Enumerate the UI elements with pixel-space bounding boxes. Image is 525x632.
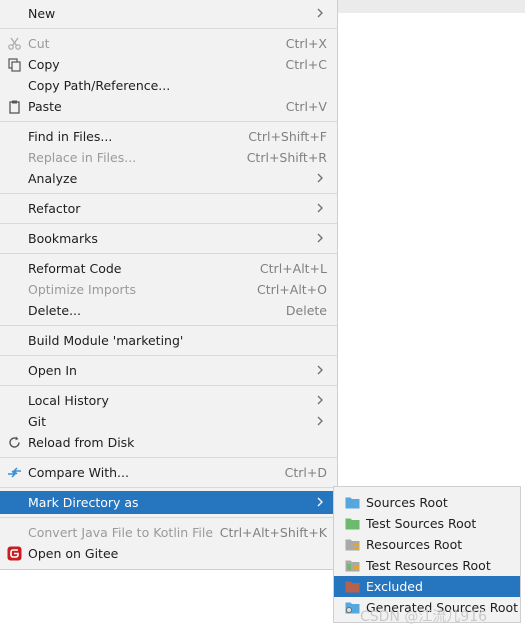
shortcut-label: Ctrl+X (285, 36, 327, 51)
menu-item-replace-in-files[interactable]: Replace in Files... Ctrl+Shift+R (0, 147, 337, 168)
menu-item-copy[interactable]: Copy Ctrl+C (0, 54, 337, 75)
menu-item-label: New (28, 6, 56, 21)
generated-folder-icon (345, 602, 360, 614)
orange-folder-icon (345, 581, 360, 593)
menu-item-label: Local History (28, 393, 109, 408)
menu-item-label: Convert Java File to Kotlin File (28, 525, 214, 540)
menu-separator (0, 223, 337, 224)
submenu-item-label: Resources Root (366, 537, 463, 552)
menu-item-label: Refactor (28, 201, 81, 216)
editor-top-band (338, 0, 525, 13)
menu-item-label: Analyze (28, 171, 78, 186)
reload-icon (9, 436, 20, 448)
menu-item-delete[interactable]: Delete... Delete (0, 300, 337, 321)
chevron-right-icon (317, 365, 323, 375)
submenu-item-test-resources-root[interactable]: Test Resources Root (334, 555, 520, 576)
scissors-icon (8, 37, 21, 50)
menu-separator (0, 325, 337, 326)
menu-item-find-in-files[interactable]: Find in Files... Ctrl+Shift+F (0, 126, 337, 147)
menu-separator (0, 193, 337, 194)
shortcut-label: Ctrl+C (285, 57, 327, 72)
menu-separator (0, 253, 337, 254)
menu-item-label: Reload from Disk (28, 435, 135, 450)
shortcut-label: Ctrl+D (284, 465, 327, 480)
menu-item-copy-path[interactable]: Copy Path/Reference... (0, 75, 337, 96)
resources-folder-icon (345, 539, 360, 551)
menu-item-cut[interactable]: Cut Ctrl+X (0, 33, 337, 54)
menu-separator (0, 457, 337, 458)
copy-icon (8, 58, 21, 72)
menu-item-label: Copy Path/Reference... (28, 78, 171, 93)
menu-separator (0, 121, 337, 122)
menu-item-build-module[interactable]: Build Module 'marketing' (0, 330, 337, 351)
chevron-right-icon (317, 203, 323, 213)
menu-item-optimize-imports[interactable]: Optimize Imports Ctrl+Alt+O (0, 279, 337, 300)
menu-item-label: Delete... (28, 303, 81, 318)
menu-separator (0, 355, 337, 356)
clipboard-icon (9, 100, 20, 114)
gitee-logo-icon (7, 546, 22, 561)
chevron-right-icon (317, 416, 323, 426)
submenu-item-test-sources-root[interactable]: Test Sources Root (334, 513, 520, 534)
menu-item-reload-from-disk[interactable]: Reload from Disk (0, 432, 337, 453)
shortcut-label: Ctrl+Alt+Shift+K (219, 525, 327, 540)
menu-item-new[interactable]: New (0, 3, 337, 24)
menu-item-label: Replace in Files... (28, 150, 137, 165)
menu-item-label: Mark Directory as (28, 495, 139, 510)
submenu-item-label: Sources Root (366, 495, 448, 510)
context-menu: New Cut Ctrl+X Copy Ctrl+C Copy Path/Ref… (0, 0, 338, 570)
submenu-item-sources-root[interactable]: Sources Root (334, 492, 520, 513)
submenu-item-label: Excluded (366, 579, 423, 594)
compare-arrows-icon (8, 467, 21, 478)
shortcut-label: Ctrl+Alt+O (257, 282, 327, 297)
menu-item-label: Cut (28, 36, 50, 51)
menu-item-label: Open on Gitee (28, 546, 119, 561)
chevron-right-icon (317, 8, 323, 18)
menu-item-label: Bookmarks (28, 231, 98, 246)
menu-item-label: Git (28, 414, 47, 429)
menu-separator (0, 487, 337, 488)
chevron-right-icon (317, 395, 323, 405)
menu-item-open-on-gitee[interactable]: Open on Gitee (0, 543, 337, 564)
green-folder-icon (345, 518, 360, 530)
menu-separator (0, 517, 337, 518)
menu-item-analyze[interactable]: Analyze (0, 168, 337, 189)
menu-item-bookmarks[interactable]: Bookmarks (0, 228, 337, 249)
submenu-item-label: Test Sources Root (366, 516, 477, 531)
submenu-item-excluded[interactable]: Excluded (334, 576, 520, 597)
menu-item-label: Find in Files... (28, 129, 113, 144)
menu-item-git[interactable]: Git (0, 411, 337, 432)
chevron-right-icon (317, 233, 323, 243)
menu-item-compare-with[interactable]: Compare With... Ctrl+D (0, 462, 337, 483)
menu-item-refactor[interactable]: Refactor (0, 198, 337, 219)
menu-item-open-in[interactable]: Open In (0, 360, 337, 381)
blue-folder-icon (345, 497, 360, 509)
menu-separator (0, 28, 337, 29)
mark-directory-submenu: Sources Root Test Sources Root Resources… (333, 486, 521, 623)
shortcut-label: Ctrl+Shift+R (246, 150, 327, 165)
shortcut-label: Delete (285, 303, 327, 318)
menu-item-label: Open In (28, 363, 77, 378)
submenu-item-resources-root[interactable]: Resources Root (334, 534, 520, 555)
menu-item-label: Compare With... (28, 465, 129, 480)
menu-item-label: Optimize Imports (28, 282, 137, 297)
menu-item-local-history[interactable]: Local History (0, 390, 337, 411)
menu-separator (0, 385, 337, 386)
chevron-right-icon (317, 497, 323, 507)
menu-item-paste[interactable]: Paste Ctrl+V (0, 96, 337, 117)
submenu-item-label: Test Resources Root (366, 558, 491, 573)
shortcut-label: Ctrl+Shift+F (248, 129, 327, 144)
menu-item-label: Build Module 'marketing' (28, 333, 184, 348)
test-resources-folder-icon (345, 560, 360, 572)
watermark: CSDN @江流儿916 (360, 609, 488, 625)
shortcut-label: Ctrl+Alt+L (259, 261, 327, 276)
menu-item-label: Copy (28, 57, 60, 72)
menu-item-reformat-code[interactable]: Reformat Code Ctrl+Alt+L (0, 258, 337, 279)
menu-item-convert-java-to-kotlin[interactable]: Convert Java File to Kotlin File Ctrl+Al… (0, 522, 337, 543)
chevron-right-icon (317, 173, 323, 183)
menu-item-mark-directory-as[interactable]: Mark Directory as (0, 491, 337, 514)
menu-item-label: Reformat Code (28, 261, 122, 276)
menu-item-label: Paste (28, 99, 62, 114)
shortcut-label: Ctrl+V (285, 99, 327, 114)
